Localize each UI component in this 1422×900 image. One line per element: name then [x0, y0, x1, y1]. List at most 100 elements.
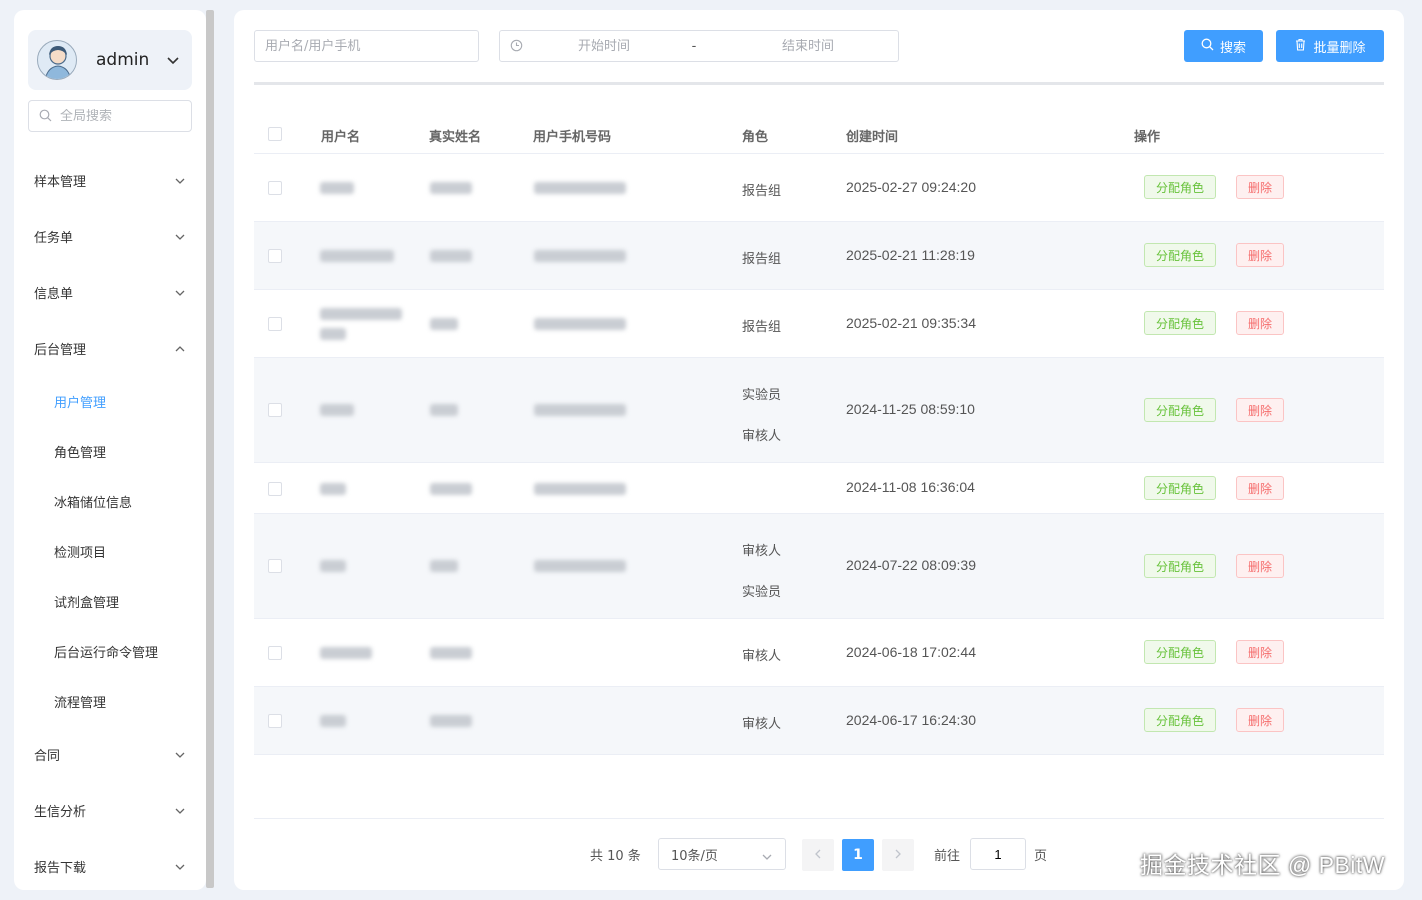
delete-row-button[interactable]: 删除	[1236, 311, 1284, 335]
delete-row-button[interactable]: 删除	[1236, 554, 1284, 578]
delete-row-button[interactable]: 删除	[1236, 640, 1284, 664]
created-time: 2024-06-18 17:02:44	[846, 644, 976, 660]
delete-row-button[interactable]: 删除	[1236, 243, 1284, 267]
header-realname: 真实姓名	[429, 130, 482, 145]
assign-role-button[interactable]: 分配角色	[1144, 311, 1216, 335]
submenu-role-management[interactable]: 角色管理	[14, 433, 206, 469]
menu-backend-management[interactable]: 后台管理	[14, 328, 206, 368]
created-time: 2024-11-25 08:59:10	[846, 401, 975, 417]
created-time: 2025-02-21 11:28:19	[846, 247, 975, 263]
sidebar-scrollbar[interactable]	[206, 10, 214, 888]
table-row: 审核人 实验员 2024-07-22 08:09:39 分配角色 删除	[254, 514, 1384, 619]
row-checkbox[interactable]	[268, 317, 282, 331]
table-header: 用户名 真实姓名 用户手机号码 角色 创建时间 操作	[254, 114, 1384, 154]
start-time-input[interactable]	[529, 38, 679, 54]
page-number-current[interactable]: 1	[842, 839, 874, 871]
end-time-input[interactable]	[733, 38, 883, 54]
submenu-user-management[interactable]: 用户管理	[14, 383, 206, 419]
realname-redacted	[430, 483, 472, 495]
main-panel: - 搜索 批量删除 用户名 真实姓名 用户手机号码 角色 创建时间 操作 报告组…	[234, 10, 1404, 890]
phone-redacted	[534, 182, 626, 194]
assign-role-button[interactable]: 分配角色	[1144, 708, 1216, 732]
global-search-input[interactable]	[60, 108, 180, 124]
row-checkbox[interactable]	[268, 181, 282, 195]
page-size-select[interactable]: 10条/页	[658, 838, 786, 870]
chevron-down-icon	[174, 748, 186, 763]
username-redacted	[320, 483, 346, 495]
submenu-command-management[interactable]: 后台运行命令管理	[14, 633, 206, 669]
phone-redacted	[534, 404, 626, 416]
role-label: 审核人	[742, 429, 782, 444]
assign-role-button[interactable]: 分配角色	[1144, 243, 1216, 267]
goto-page-field[interactable]	[970, 838, 1026, 870]
realname-redacted	[430, 560, 458, 572]
goto-label: 前往	[934, 848, 961, 864]
row-checkbox[interactable]	[268, 403, 282, 417]
submenu-test-items[interactable]: 检测项目	[14, 533, 206, 569]
next-page-button[interactable]	[882, 839, 914, 871]
search-icon	[39, 107, 52, 126]
row-checkbox[interactable]	[268, 559, 282, 573]
assign-role-button[interactable]: 分配角色	[1144, 398, 1216, 422]
realname-redacted	[430, 715, 472, 727]
date-range-picker[interactable]: -	[499, 30, 899, 62]
global-search-box[interactable]	[28, 100, 192, 132]
user-filter-field[interactable]	[254, 30, 479, 62]
delete-row-button[interactable]: 删除	[1236, 476, 1284, 500]
avatar	[37, 40, 77, 80]
header-phone: 用户手机号码	[533, 130, 612, 145]
menu-info-order[interactable]: 信息单	[14, 272, 206, 312]
role-label: 实验员	[742, 585, 782, 600]
row-checkbox[interactable]	[268, 249, 282, 263]
assign-role-button[interactable]: 分配角色	[1144, 476, 1216, 500]
phone-redacted	[534, 250, 626, 262]
username-redacted	[320, 715, 346, 727]
delete-row-button[interactable]: 删除	[1236, 175, 1284, 199]
username-redacted	[320, 182, 354, 194]
trash-icon	[1294, 38, 1307, 55]
table-row: 审核人 2024-06-17 16:24:30 分配角色 删除	[254, 687, 1384, 755]
chevron-down-icon	[174, 286, 186, 301]
menu-label: 样本管理	[34, 174, 87, 190]
created-time: 2025-02-27 09:24:20	[846, 179, 976, 195]
row-checkbox[interactable]	[268, 482, 282, 496]
role-label: 审核人	[742, 717, 782, 732]
header-created: 创建时间	[846, 130, 899, 145]
row-checkbox[interactable]	[268, 646, 282, 660]
submenu-fridge-storage[interactable]: 冰箱储位信息	[14, 483, 206, 519]
batch-delete-button[interactable]: 批量删除	[1276, 30, 1384, 62]
realname-redacted	[430, 250, 472, 262]
goto-page-input[interactable]	[971, 839, 1025, 869]
user-filter-input[interactable]	[255, 38, 478, 54]
prev-page-button[interactable]	[802, 839, 834, 871]
row-checkbox[interactable]	[268, 714, 282, 728]
created-time: 2024-07-22 08:09:39	[846, 557, 976, 573]
assign-role-button[interactable]: 分配角色	[1144, 175, 1216, 199]
created-time: 2024-11-08 16:36:04	[846, 479, 975, 495]
chevron-down-icon	[174, 804, 186, 819]
role-label: 报告组	[742, 252, 782, 267]
search-button[interactable]: 搜索	[1184, 30, 1263, 62]
submenu-flow-management[interactable]: 流程管理	[14, 683, 206, 719]
username-redacted	[320, 647, 372, 659]
page-size-value: 10条/页	[671, 848, 718, 864]
menu-task-order[interactable]: 任务单	[14, 216, 206, 256]
submenu-kit-management[interactable]: 试剂盒管理	[14, 583, 206, 619]
assign-role-button[interactable]: 分配角色	[1144, 640, 1216, 664]
select-all-checkbox[interactable]	[268, 127, 282, 141]
menu-contract[interactable]: 合同	[14, 734, 206, 774]
table-footer-divider	[254, 818, 1384, 819]
delete-row-button[interactable]: 删除	[1236, 708, 1284, 732]
table-row: 实验员 审核人 2024-11-25 08:59:10 分配角色 删除	[254, 358, 1384, 463]
menu-bioinfo-analysis[interactable]: 生信分析	[14, 790, 206, 830]
assign-role-button[interactable]: 分配角色	[1144, 554, 1216, 578]
realname-redacted	[430, 404, 458, 416]
menu-label: 生信分析	[34, 804, 87, 820]
clock-icon	[510, 37, 523, 56]
menu-sample-management[interactable]: 样本管理	[14, 160, 206, 200]
delete-row-button[interactable]: 删除	[1236, 398, 1284, 422]
chevron-up-icon	[174, 342, 186, 357]
menu-report-download[interactable]: 报告下载	[14, 846, 206, 886]
user-profile[interactable]: admin	[28, 30, 192, 90]
realname-redacted	[430, 647, 472, 659]
